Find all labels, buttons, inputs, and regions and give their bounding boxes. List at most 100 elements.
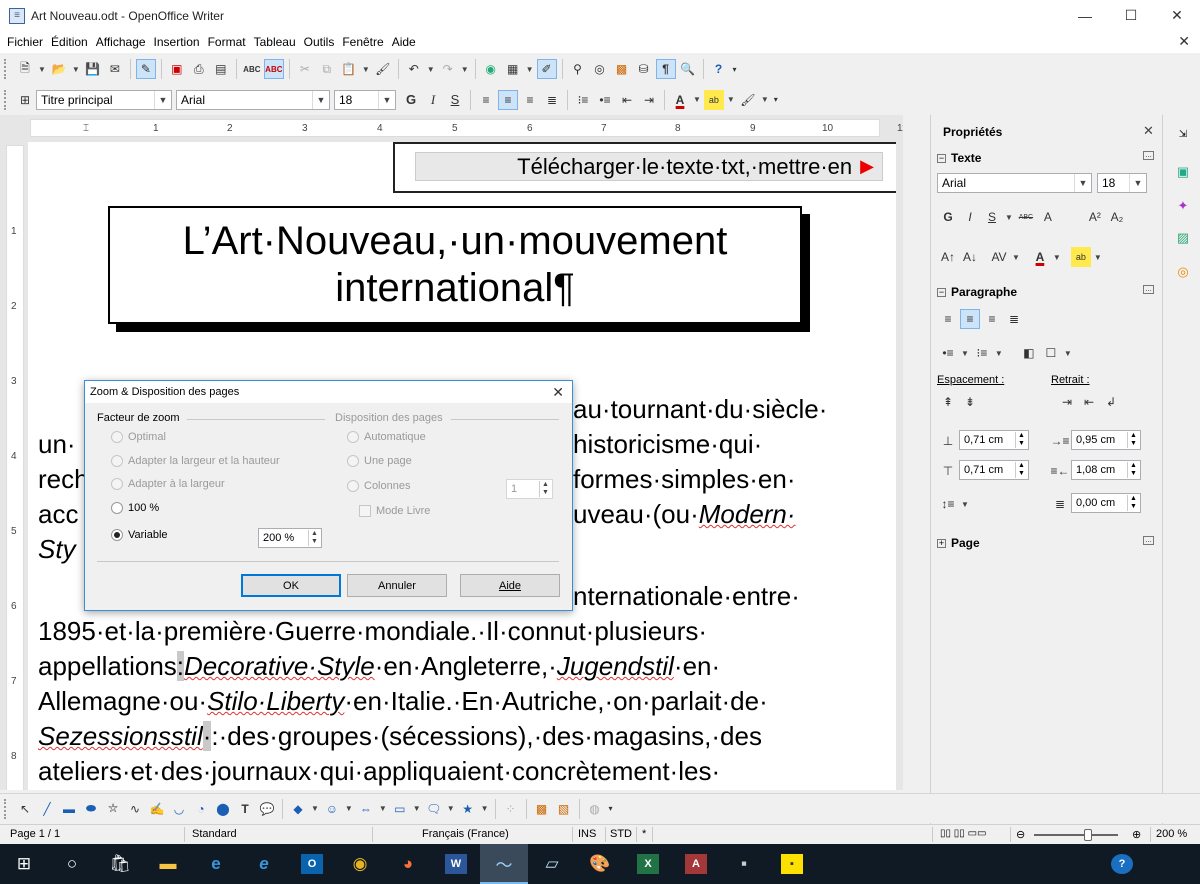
spacing-above-spinbox[interactable]: 0,71 cm ▲ ▼ (959, 430, 1029, 450)
dialog-title-bar[interactable]: Zoom & Disposition des pages (85, 381, 572, 403)
sidebar-font-select[interactable]: Arial ▼ (937, 173, 1092, 193)
radio-button[interactable] (347, 480, 359, 492)
paragraph-style-select[interactable]: Titre principal ▼ (36, 89, 172, 110)
access-icon[interactable]: A (672, 844, 720, 884)
language-status[interactable]: Français (France) (422, 828, 509, 840)
email-icon[interactable]: ✉ (105, 59, 125, 79)
decrease-spacing-icon[interactable]: ⇟ (960, 392, 980, 412)
hanging-indent-icon[interactable]: ↲ (1101, 392, 1121, 412)
layout-columns-radio[interactable]: Colonnes (347, 480, 410, 492)
align-center-icon[interactable]: ≡ (960, 309, 980, 329)
autospellcheck-icon[interactable]: ABC (263, 59, 284, 79)
font-color-icon[interactable]: A (1030, 247, 1050, 267)
menu-insertion[interactable]: Insertion (150, 35, 204, 49)
underline-button[interactable]: S (445, 90, 465, 110)
navigator-deck-icon[interactable]: ◎ (1172, 261, 1194, 283)
gallery-deck-icon[interactable]: ▨ (1172, 227, 1194, 249)
paste-icon[interactable]: 📋 (339, 59, 359, 79)
open-folder-icon[interactable]: 📂 (49, 59, 69, 79)
increase-spacing-icon[interactable]: ⇞ (938, 392, 958, 412)
toolbar-overflow-icon[interactable]: ▾ (607, 799, 615, 819)
outlook-icon[interactable]: O (288, 844, 336, 884)
sticky-notes-icon[interactable]: ▪ (768, 844, 816, 884)
hyperlink-icon[interactable]: ◉ (481, 59, 501, 79)
redo-icon[interactable]: ↷ (438, 59, 458, 79)
help-icon[interactable]: ? (709, 59, 729, 79)
expand-icon[interactable]: + (937, 538, 946, 548)
cancel-button[interactable]: Annuler (347, 574, 447, 597)
zoom-fit-width-height-radio[interactable]: Adapter la largeur et la hauteur (111, 455, 280, 467)
zoom-level[interactable]: 200 % (1156, 828, 1187, 840)
table-icon[interactable]: ▦ (503, 59, 523, 79)
chrome-icon[interactable]: ◉ (336, 844, 384, 884)
shadow-icon[interactable]: A (1038, 207, 1058, 227)
help-button[interactable]: Aide (460, 574, 560, 597)
chevron-down-icon[interactable]: ▼ (378, 90, 395, 109)
indent-after-spinbox[interactable]: 1,08 cm ▲ ▼ (1071, 460, 1141, 480)
paragraph-section-header[interactable]: − Paragraphe (937, 285, 1017, 299)
select-icon[interactable]: ↖ (15, 799, 35, 819)
zoom-icon[interactable]: 🔍 (678, 59, 698, 79)
styles-deck-icon[interactable]: ✦ (1172, 195, 1194, 217)
ok-button[interactable]: OK (241, 574, 341, 597)
symbol-shapes-icon[interactable]: ☺ (322, 799, 342, 819)
radio-button[interactable] (111, 502, 123, 514)
toolbar-overflow-icon[interactable]: ▾ (731, 59, 739, 79)
maximize-button[interactable]: ☐ (1108, 0, 1154, 31)
close-document-button[interactable]: ✕ (1178, 33, 1190, 50)
find-replace-icon[interactable]: ⚲ (568, 59, 588, 79)
horizontal-ruler[interactable]: ⌶ 1 2 3 4 5 6 7 8 9 10 11 (30, 119, 903, 137)
align-left-icon[interactable]: ≡ (938, 309, 958, 329)
justify-icon[interactable]: ≣ (1004, 309, 1024, 329)
numbering-icon[interactable]: ⁝≡ (972, 343, 992, 363)
spin-arrows-icon[interactable]: ▲ ▼ (1127, 432, 1139, 448)
zoom-slider[interactable] (1034, 834, 1118, 836)
misc-app-icon[interactable]: ▪ (720, 844, 768, 884)
align-right-icon[interactable]: ≡ (982, 309, 1002, 329)
align-center-icon[interactable]: ≡ (498, 89, 518, 110)
numbering-icon[interactable]: ⁝≡ (573, 90, 593, 110)
stars-icon[interactable]: ★ (458, 799, 478, 819)
page-count[interactable]: Page 1 / 1 (10, 828, 60, 840)
sidebar-size-select[interactable]: 18 ▼ (1097, 173, 1147, 193)
sidebar-close-button[interactable]: ✕ (1143, 123, 1154, 139)
collapse-icon[interactable]: − (937, 153, 946, 163)
increase-indent-icon[interactable]: ⇥ (639, 90, 659, 110)
toolbar-overflow-icon[interactable]: ▾ (772, 90, 780, 110)
close-window-button[interactable]: ✕ (1154, 0, 1200, 31)
export-pdf-icon[interactable]: ▣ (167, 59, 187, 79)
firefox-icon[interactable]: ◕ (384, 844, 432, 884)
menu-tableau[interactable]: Tableau (250, 35, 300, 49)
spellcheck-icon[interactable]: ABC (242, 59, 262, 79)
fontwork-icon[interactable]: ▧ (554, 799, 574, 819)
border-icon[interactable]: ☐ (1041, 343, 1061, 363)
font-color-icon[interactable]: A (670, 90, 690, 110)
chevron-down-icon[interactable]: ▼ (154, 90, 171, 109)
spacing-below-spinbox[interactable]: 0,71 cm ▲ ▼ (959, 460, 1029, 480)
collapse-icon[interactable]: − (937, 287, 946, 297)
font-name-select[interactable]: Arial ▼ (176, 89, 330, 110)
ellipse-pie-icon[interactable]: ◔ (191, 799, 211, 819)
notepad-icon[interactable]: ▱ (528, 844, 576, 884)
bullets-icon[interactable]: •≡ (938, 343, 958, 363)
menu-format[interactable]: Format (204, 35, 250, 49)
font-size-select[interactable]: 18 ▼ (334, 89, 396, 110)
text-icon[interactable]: T (235, 799, 255, 819)
toolbar-grip[interactable] (4, 89, 8, 110)
first-line-indent-spinbox[interactable]: 0,00 cm ▲ ▼ (1071, 493, 1141, 513)
bullets-icon[interactable]: •≡ (595, 90, 615, 110)
properties-deck-icon[interactable]: ▣ (1172, 161, 1194, 183)
selection-mode[interactable]: STD (610, 828, 632, 840)
italic-button[interactable]: I (423, 90, 443, 110)
navigator-icon[interactable]: ◎ (590, 59, 610, 79)
arc-icon[interactable]: ◡ (169, 799, 189, 819)
paragraph-background-icon[interactable]: ◧ (1019, 343, 1039, 363)
subscript-icon[interactable]: A₂ (1107, 207, 1127, 227)
rectangle-icon[interactable]: ▬ (59, 799, 79, 819)
polygon-icon[interactable]: ⛦ (103, 799, 123, 819)
callout-icon[interactable]: 💬 (257, 799, 277, 819)
more-options-icon[interactable]: … (1143, 536, 1154, 545)
edge-icon[interactable]: e (192, 844, 240, 884)
bold-icon[interactable]: G (938, 207, 958, 227)
new-document-icon[interactable]: 🗎 (15, 59, 35, 79)
